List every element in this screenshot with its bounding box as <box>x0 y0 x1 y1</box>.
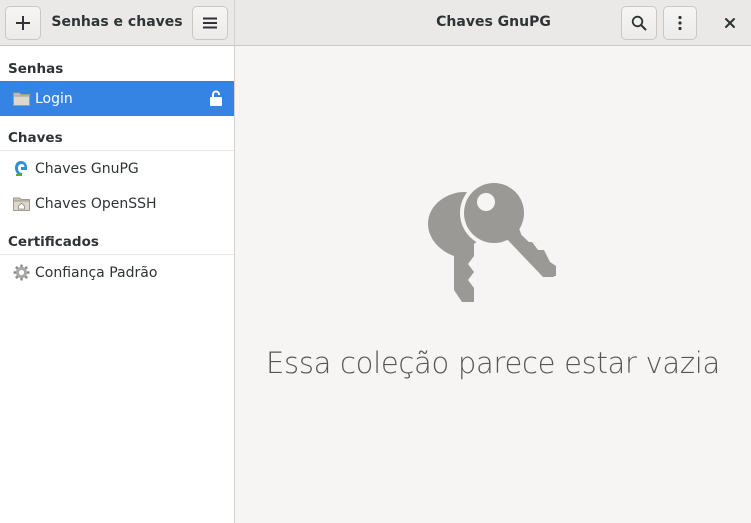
gear-icon <box>12 264 30 282</box>
unlock-icon[interactable] <box>209 90 223 107</box>
section-header-senhas: Senhas <box>8 61 64 77</box>
main-menu-button[interactable] <box>192 6 228 40</box>
section-header-chaves: Chaves <box>8 130 63 146</box>
app-window: Senhas e chaves Chaves GnuPG Senhas Logi… <box>0 0 751 523</box>
sidebar-item-confianca-padrao[interactable]: Confiança Padrão <box>0 255 234 290</box>
more-options-button[interactable] <box>663 6 697 40</box>
close-button[interactable] <box>713 6 747 40</box>
sidebar-item-label: Chaves GnuPG <box>35 160 139 177</box>
sidebar-title: Senhas e chaves <box>51 14 183 30</box>
main-content: Essa coleção parece estar vazia <box>235 46 751 523</box>
keys-icon <box>428 180 556 302</box>
gnupg-icon <box>12 160 30 178</box>
sidebar-item-login[interactable]: Login <box>0 81 234 116</box>
header-bar: Senhas e chaves Chaves GnuPG <box>0 0 751 46</box>
plus-icon <box>16 16 30 30</box>
content-header: Chaves GnuPG <box>235 0 751 45</box>
search-icon <box>631 15 647 31</box>
folder-icon <box>12 90 30 108</box>
home-folder-icon <box>12 195 30 213</box>
vertical-ellipsis-icon <box>678 15 682 31</box>
sidebar-item-label: Chaves OpenSSH <box>35 195 157 212</box>
sidebar: Senhas Login Chaves Chaves GnuPG Chaves … <box>0 46 235 523</box>
add-button[interactable] <box>5 6 41 40</box>
empty-state-message: Essa coleção parece estar vazia <box>265 346 721 380</box>
sidebar-item-label: Login <box>35 90 73 107</box>
sidebar-item-label: Confiança Padrão <box>35 264 158 281</box>
hamburger-menu-icon <box>203 17 217 29</box>
sidebar-item-chaves-gnupg[interactable]: Chaves GnuPG <box>0 151 234 186</box>
sidebar-header: Senhas e chaves <box>0 0 235 45</box>
sidebar-item-chaves-openssh[interactable]: Chaves OpenSSH <box>0 186 234 221</box>
search-button[interactable] <box>621 6 657 40</box>
section-header-certificados: Certificados <box>8 234 99 250</box>
close-icon <box>725 18 735 28</box>
